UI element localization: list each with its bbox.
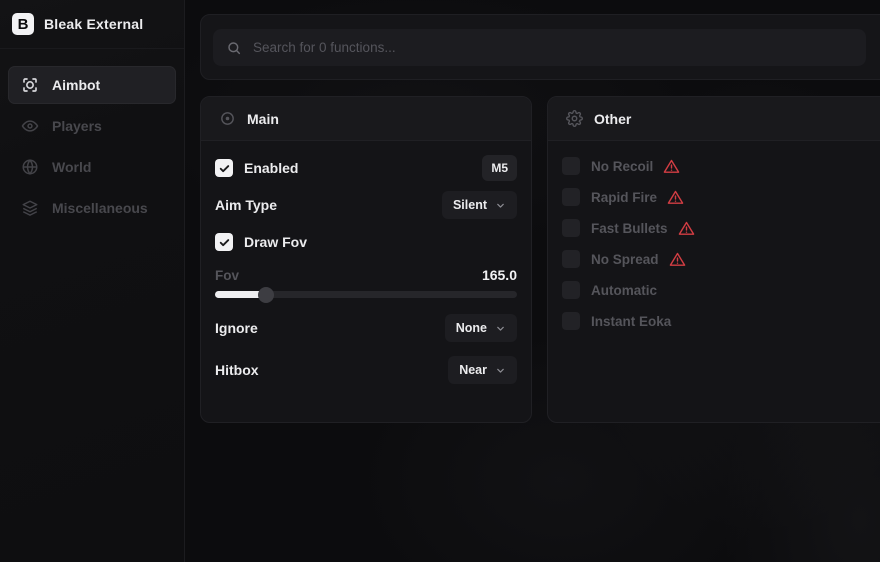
target-icon [219, 110, 236, 127]
draw-fov-checkbox[interactable] [215, 233, 233, 251]
panel-title: Other [594, 111, 631, 127]
check-icon [218, 236, 231, 249]
app-logo-icon: B [12, 13, 34, 35]
chevron-down-icon [495, 323, 506, 334]
main-panel: Main Enabled M5 Aim Type Silent [200, 96, 532, 423]
search-box[interactable] [213, 29, 866, 66]
fov-label: Fov [215, 268, 239, 283]
instant-eoka-checkbox[interactable] [562, 312, 580, 330]
instant-eoka-label: Instant Eoka [591, 314, 671, 329]
sidebar-item-aimbot[interactable]: Aimbot [8, 66, 176, 104]
sidebar-header: B Bleak External [0, 0, 184, 49]
enabled-row: Enabled M5 [215, 155, 517, 181]
hitbox-dropdown[interactable]: Near [448, 356, 517, 384]
layers-icon [21, 199, 39, 217]
sidebar-item-label: Players [52, 118, 102, 134]
no-spread-label: No Spread [591, 252, 659, 267]
other-item-fast-bullets: Fast Bullets [562, 219, 880, 237]
sidebar-item-players[interactable]: Players [8, 107, 176, 145]
aim-type-value: Silent [453, 198, 487, 212]
automatic-checkbox[interactable] [562, 281, 580, 299]
warning-icon [669, 251, 686, 268]
other-item-instant-eoka: Instant Eoka [562, 312, 880, 330]
hitbox-row: Hitbox Near [215, 356, 517, 384]
sidebar-item-world[interactable]: World [8, 148, 176, 186]
main-panel-header: Main [201, 97, 531, 141]
ignore-value: None [456, 321, 487, 335]
sidebar-nav: Aimbot Players World Miscellaneous [0, 49, 184, 227]
fov-slider-handle[interactable] [258, 287, 274, 303]
no-recoil-label: No Recoil [591, 159, 653, 174]
other-panel-header: Other [548, 97, 880, 141]
search-input[interactable] [253, 40, 853, 55]
chevron-down-icon [495, 365, 506, 376]
fov-slider[interactable] [215, 291, 517, 298]
hitbox-value: Near [459, 363, 487, 377]
app-title: Bleak External [44, 16, 143, 32]
rapid-fire-checkbox[interactable] [562, 188, 580, 206]
enabled-label: Enabled [244, 160, 298, 176]
fov-value: 165.0 [482, 267, 517, 283]
sidebar: B Bleak External Aimbot Players World Mi… [0, 0, 185, 562]
other-item-no-recoil: No Recoil [562, 157, 880, 175]
no-recoil-checkbox[interactable] [562, 157, 580, 175]
ignore-row: Ignore None [215, 314, 517, 342]
gear-icon [566, 110, 583, 127]
search-icon [226, 40, 242, 56]
sidebar-item-label: Aimbot [52, 77, 100, 93]
enabled-checkbox[interactable] [215, 159, 233, 177]
warning-icon [678, 220, 695, 237]
other-panel: Other No Recoil Rapid Fire Fast Bullets … [547, 96, 880, 423]
content-area: Main Enabled M5 Aim Type Silent [185, 0, 880, 562]
keybind-button[interactable]: M5 [482, 155, 517, 181]
aim-type-label: Aim Type [215, 197, 277, 213]
sidebar-item-label: Miscellaneous [52, 200, 148, 216]
eye-icon [21, 117, 39, 135]
fast-bullets-label: Fast Bullets [591, 221, 668, 236]
sidebar-item-miscellaneous[interactable]: Miscellaneous [8, 189, 176, 227]
automatic-label: Automatic [591, 283, 657, 298]
ignore-label: Ignore [215, 320, 258, 336]
crosshair-icon [21, 76, 39, 94]
chevron-down-icon [495, 200, 506, 211]
warning-icon [667, 189, 684, 206]
fast-bullets-checkbox[interactable] [562, 219, 580, 237]
other-item-automatic: Automatic [562, 281, 880, 299]
hitbox-label: Hitbox [215, 362, 259, 378]
search-panel [200, 14, 880, 80]
rapid-fire-label: Rapid Fire [591, 190, 657, 205]
ignore-dropdown[interactable]: None [445, 314, 517, 342]
fov-row: Fov 165.0 [215, 265, 517, 285]
sidebar-item-label: World [52, 159, 91, 175]
other-item-no-spread: No Spread [562, 250, 880, 268]
warning-icon [663, 158, 680, 175]
globe-icon [21, 158, 39, 176]
aim-type-dropdown[interactable]: Silent [442, 191, 517, 219]
no-spread-checkbox[interactable] [562, 250, 580, 268]
other-item-rapid-fire: Rapid Fire [562, 188, 880, 206]
panel-title: Main [247, 111, 279, 127]
draw-fov-row: Draw Fov [215, 229, 517, 255]
aim-type-row: Aim Type Silent [215, 191, 517, 219]
check-icon [218, 162, 231, 175]
draw-fov-label: Draw Fov [244, 234, 307, 250]
